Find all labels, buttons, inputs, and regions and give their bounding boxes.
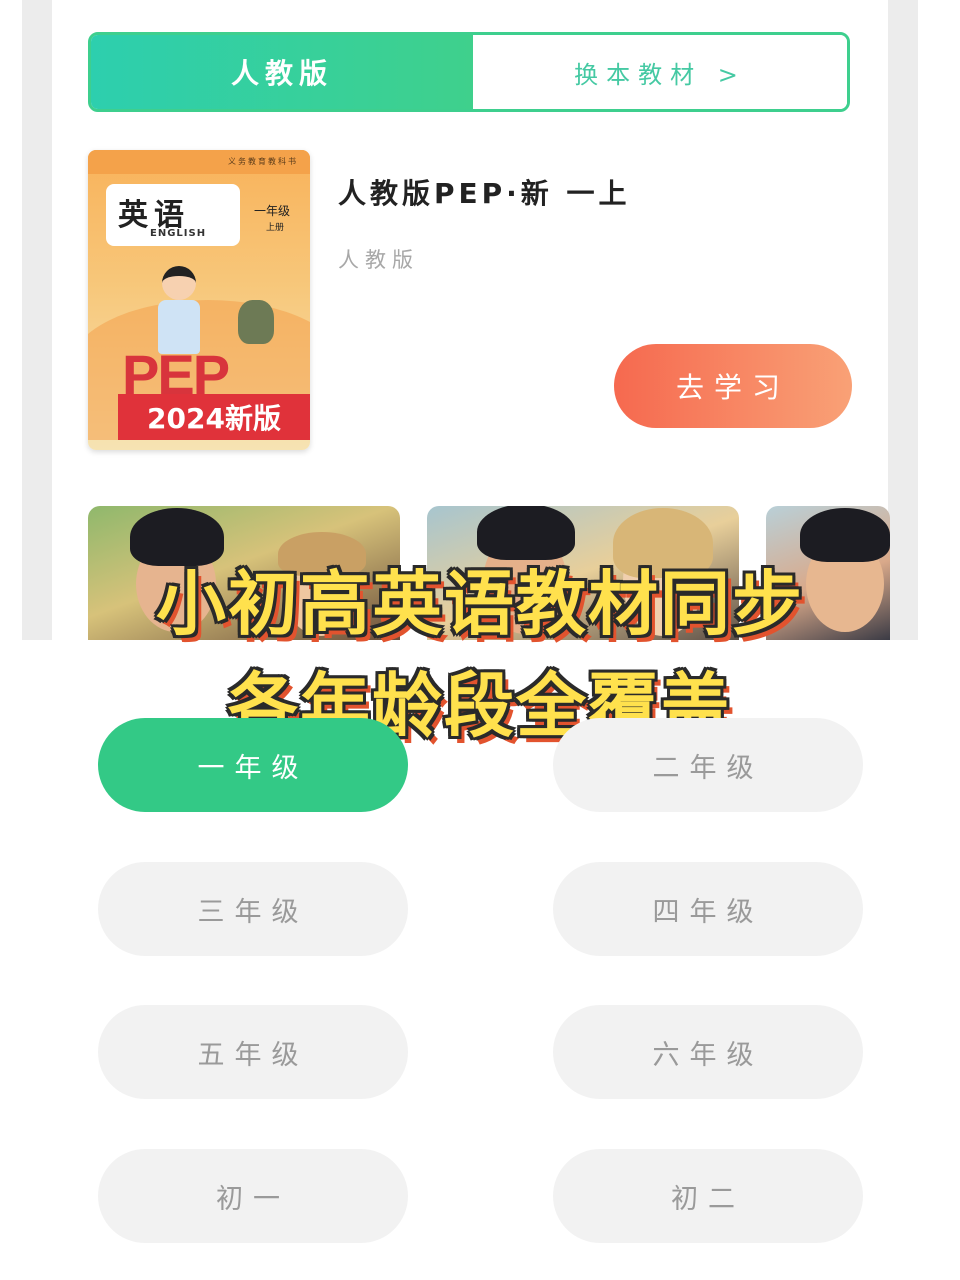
grade-button-4[interactable]: 四年级 bbox=[553, 862, 863, 956]
grade-button-3[interactable]: 三年级 bbox=[98, 862, 408, 956]
book-title: 人教版PEP·新 一上 bbox=[338, 177, 631, 210]
go-study-button[interactable]: 去学习 bbox=[614, 344, 852, 428]
textbook-panel: 人教版 换本教材 > 义务教育教科书 英语 ENGLISH 一年级 上册 PEP… bbox=[0, 0, 960, 640]
cover-term: 上册 bbox=[266, 223, 285, 233]
edition-tabs: 人教版 换本教材 > bbox=[88, 32, 850, 112]
switch-textbook-button[interactable]: 换本教材 > bbox=[473, 35, 847, 109]
cover-new-edition-ribbon: 2024新版 bbox=[118, 394, 310, 440]
cover-boy-head bbox=[162, 266, 196, 300]
grade-button-5[interactable]: 五年级 bbox=[98, 1005, 408, 1099]
grade-button-junior-1[interactable]: 初一 bbox=[98, 1149, 408, 1243]
grade-button-1[interactable]: 一年级 bbox=[98, 718, 408, 812]
book-edition: 人教版 bbox=[338, 248, 419, 272]
frame-left-edge bbox=[22, 0, 52, 640]
cover-robot-illustration bbox=[238, 300, 274, 344]
grade-button-junior-2[interactable]: 初二 bbox=[553, 1149, 863, 1243]
promo-banner-line-1: 小初高英语教材同步 bbox=[156, 563, 804, 645]
grade-button-2[interactable]: 二年级 bbox=[553, 718, 863, 812]
tab-current-edition[interactable]: 人教版 bbox=[91, 35, 473, 109]
cover-grade: 一年级 bbox=[254, 204, 291, 218]
cover-publisher-text: 义务教育教科书 bbox=[228, 157, 298, 166]
grade-button-6[interactable]: 六年级 bbox=[553, 1005, 863, 1099]
cover-english-label: ENGLISH bbox=[150, 228, 207, 239]
book-cover-image[interactable]: 义务教育教科书 英语 ENGLISH 一年级 上册 PEP 2024新版 bbox=[88, 150, 310, 450]
frame-right-edge bbox=[888, 0, 918, 640]
